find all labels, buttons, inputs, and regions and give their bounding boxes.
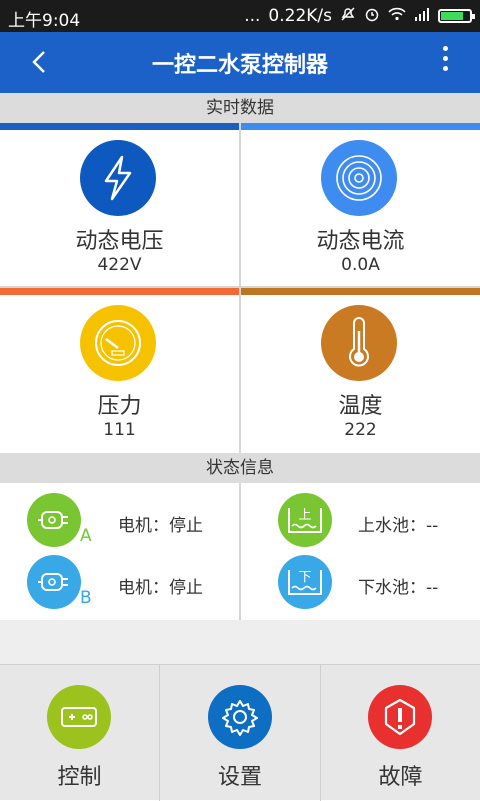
page-title: 一控二水泵控制器 — [151, 53, 328, 78]
warning-icon — [368, 685, 432, 749]
lightning-icon — [80, 140, 156, 216]
pressure-gauge-icon — [80, 305, 156, 381]
status-right: ... 0.22K/s — [244, 6, 475, 26]
pressure-tile[interactable]: 压力 111 — [0, 288, 239, 448]
alarm-icon — [364, 6, 380, 26]
motor-b-icon — [27, 555, 81, 609]
tile-accent-bar — [0, 288, 239, 295]
lower-pool-icon-char: 下 — [298, 570, 311, 585]
overflow-menu-button[interactable] — [440, 46, 450, 78]
bottom-nav: 控制 设置 故障 — [0, 664, 480, 801]
spacer — [0, 620, 480, 664]
upper-pool-icon-char: 上 — [298, 508, 311, 523]
metric-value: 222 — [344, 420, 377, 440]
upper-pool-icon: 上 — [278, 493, 332, 547]
tile-divider — [239, 123, 241, 453]
concentric-circles-icon — [321, 140, 397, 216]
battery-icon — [438, 9, 475, 23]
lower-pool-status: 下水池：-- — [358, 578, 439, 598]
nav-label: 设置 — [217, 765, 262, 790]
metric-name: 动态电压 — [75, 229, 164, 254]
gamepad-icon — [47, 685, 111, 749]
status-bar: 上午9:04 ... 0.22K/s — [0, 0, 480, 32]
nav-label: 控制 — [57, 765, 102, 790]
nav-control-button[interactable]: 控制 — [0, 665, 159, 801]
upper-pool-status: 上水池：-- — [358, 516, 439, 536]
status-time: 上午9:04 — [8, 11, 81, 31]
status-dots: ... — [244, 6, 261, 26]
voltage-tile[interactable]: 动态电压 422V — [0, 123, 239, 283]
status-info-header: 状态信息 — [0, 453, 480, 483]
realtime-header: 实时数据 — [0, 93, 480, 123]
tile-accent-bar — [241, 123, 480, 130]
tile-divider — [0, 286, 480, 288]
nav-fault-button[interactable]: 故障 — [321, 665, 480, 801]
status-divider — [239, 483, 241, 620]
dot-icon — [442, 46, 448, 51]
motor-a-letter: A — [80, 526, 92, 546]
motor-a-status: 电机：停止 — [118, 516, 203, 536]
nav-label: 故障 — [378, 765, 423, 790]
metric-value: 111 — [103, 420, 136, 440]
metric-name: 压力 — [97, 394, 142, 419]
metric-name: 动态电流 — [316, 229, 405, 254]
gear-icon — [208, 685, 272, 749]
nav-settings-button[interactable]: 设置 — [160, 665, 320, 801]
motor-b-status: 电机：停止 — [118, 578, 203, 598]
network-speed: 0.22K/s — [268, 6, 332, 26]
tile-accent-bar — [241, 288, 480, 295]
metric-value: 422V — [97, 255, 142, 275]
lower-pool-icon: 下 — [278, 555, 332, 609]
motor-a-icon — [27, 493, 81, 547]
current-tile[interactable]: 动态电流 0.0A — [241, 123, 480, 283]
dot-icon — [442, 56, 448, 61]
signal-icon — [414, 7, 430, 25]
dot-icon — [442, 66, 448, 71]
mute-icon — [340, 6, 356, 26]
title-bar: 一控二水泵控制器 — [0, 32, 480, 93]
wifi-icon — [388, 7, 406, 25]
motor-b-letter: B — [80, 588, 92, 608]
metric-name: 温度 — [338, 394, 383, 419]
metric-value: 0.0A — [341, 255, 380, 275]
temperature-tile[interactable]: 温度 222 — [241, 288, 480, 448]
tile-accent-bar — [0, 123, 239, 130]
thermometer-icon — [321, 305, 397, 381]
